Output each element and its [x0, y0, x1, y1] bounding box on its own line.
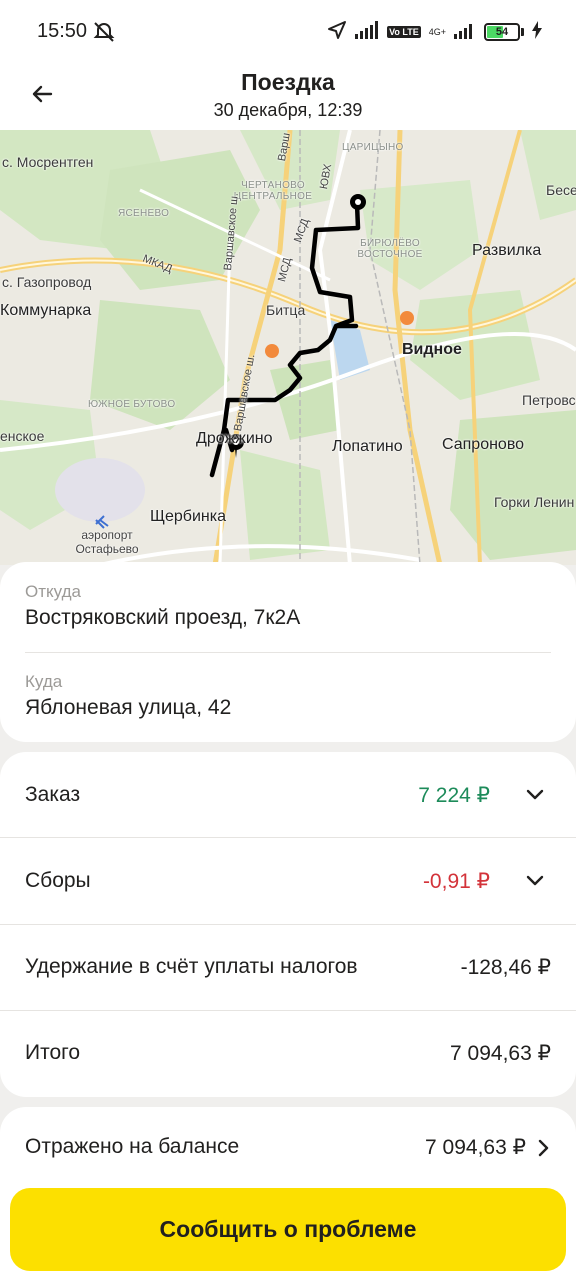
volte-badge: Vo LTE [387, 26, 421, 38]
battery-icon: 54 [484, 23, 520, 41]
fees-row[interactable]: Сборы -0,91 ₽ [0, 838, 576, 924]
map-label-yuzhnoe-butovo: ЮЖНОЕ БУТОВО [88, 399, 176, 410]
status-bar: 15:50 Vo LTE 4G+ 54 [0, 0, 576, 64]
map-label-yasenevo: ЯСЕНЕВО [118, 208, 170, 219]
chevron-down-icon[interactable] [524, 784, 546, 806]
charging-icon [532, 20, 542, 44]
from-address: Востряковский проезд, 7к2А [25, 606, 301, 629]
balance-label: Отражено на балансе [25, 1135, 240, 1158]
map-label-biryulevo: БИРЮЛЁВО ВОСТОЧНОЕ [357, 238, 423, 260]
map-label-chertanovo: ЧЕРТАНОВО ЦЕНТРАЛЬНОЕ [233, 180, 313, 202]
map-label-bese: Бесе [546, 182, 576, 198]
tax-row: Удержание в счёт уплаты налогов -128,46 … [0, 924, 576, 1010]
header: Поездка 30 декабря, 12:39 [0, 64, 576, 130]
signal-icon-2 [454, 21, 476, 44]
map-label-drozhzhino: Дрожжино [196, 430, 273, 447]
fees-label: Сборы [25, 869, 91, 892]
map-label-tsaritsyno: ЦАРИЦЫНО [342, 142, 404, 153]
battery-level: 54 [495, 26, 509, 38]
map-label-airport: аэропорт Остафьево [75, 528, 139, 556]
map-label-mosrentgen: с. Мосрентген [2, 154, 94, 170]
report-problem-button[interactable]: Сообщить о проблеме [10, 1188, 566, 1271]
route-card: Откуда Востряковский проезд, 7к2А Куда Я… [0, 562, 576, 742]
order-value: 7 224 ₽ [418, 783, 490, 807]
tax-value: -128,46 ₽ [460, 955, 551, 979]
payment-card: Заказ 7 224 ₽ Сборы -0,91 ₽ Удержание в … [0, 752, 576, 1097]
signal-icon [355, 20, 379, 44]
to-address: Яблоневая улица, 42 [25, 696, 232, 719]
page-subtitle: 30 декабря, 12:39 [213, 100, 363, 120]
map-label-bitsa: Битца [266, 302, 306, 318]
status-icons: Vo LTE 4G+ 54 [327, 20, 542, 44]
total-label: Итого [25, 1041, 81, 1064]
map-label-shcherbinka: Щербинка [150, 508, 226, 525]
map-label-kommunarka: Коммунарка [0, 302, 92, 319]
battery-tip [521, 28, 524, 36]
alarm-off-icon [92, 20, 116, 44]
location-icon [327, 20, 347, 45]
order-row[interactable]: Заказ 7 224 ₽ [0, 752, 576, 838]
map-label-vidnoe: Видное [402, 341, 462, 358]
tax-label: Удержание в счёт уплаты налогов [25, 955, 358, 978]
network-type: 4G+ [428, 26, 446, 37]
to-label: Куда [25, 672, 63, 691]
map-label-gorki: Горки Ленин [494, 494, 575, 510]
map-label-gazoprovod: с. Газопровод [2, 274, 92, 290]
page-title: Поездка [241, 69, 335, 95]
fees-value: -0,91 ₽ [422, 869, 490, 893]
map-label-razvilka: Развилка [472, 242, 542, 259]
status-time: 15:50 [37, 20, 88, 42]
chevron-right-icon[interactable] [532, 1137, 554, 1159]
order-label: Заказ [25, 783, 81, 806]
from-label: Откуда [25, 582, 81, 601]
total-value: 7 094,63 ₽ [450, 1041, 551, 1065]
map-label-sapronovo: Сапроново [442, 436, 525, 453]
total-row: Итого 7 094,63 ₽ [0, 1010, 576, 1096]
route-map[interactable]: с. Мосрентген ЯСЕНЕВО ЧЕРТАНОВО ЦЕНТРАЛЬ… [0, 130, 576, 565]
chevron-down-icon[interactable] [524, 870, 546, 892]
balance-value: 7 094,63 ₽ [425, 1136, 526, 1159]
map-label-petrovsk: Петровс [522, 392, 576, 408]
map-label-enskoe: енское [0, 428, 45, 444]
map-label-lopatino: Лопатино [332, 438, 403, 455]
divider [25, 652, 551, 653]
